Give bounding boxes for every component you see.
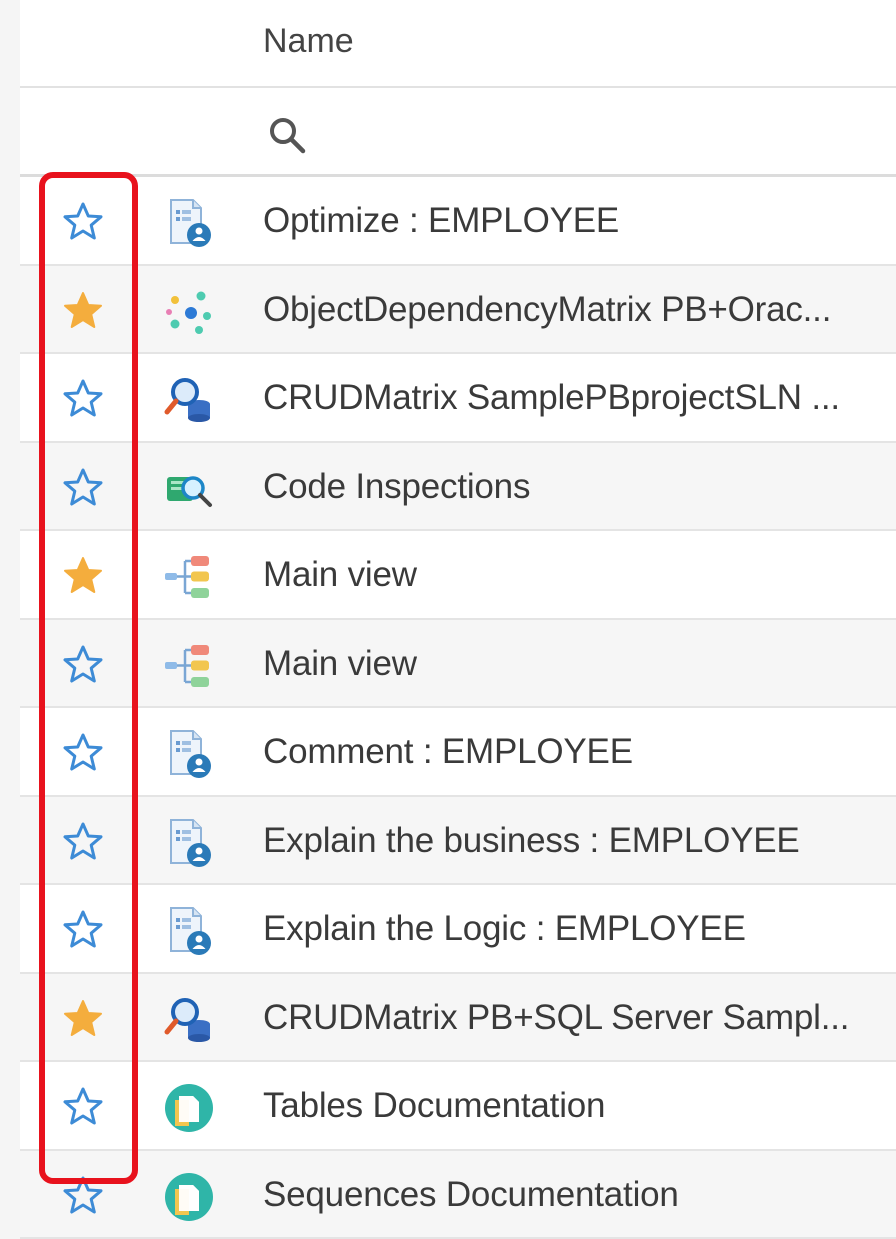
row-name[interactable]: Comment : EMPLOYEE <box>263 732 633 772</box>
document-user-icon <box>163 817 215 869</box>
filter-row <box>20 88 896 177</box>
favorite-star-outline-icon[interactable] <box>62 1175 104 1217</box>
favorites-table: Name Optimize : EMPLOYEE O <box>20 0 896 1230</box>
document-user-icon <box>163 728 215 780</box>
table-row[interactable]: Main view <box>20 531 896 620</box>
favorite-star-filled-icon[interactable] <box>62 555 104 597</box>
document-user-icon <box>163 905 215 957</box>
row-name[interactable]: Code Inspections <box>263 467 530 507</box>
table-row[interactable]: Comment : EMPLOYEE <box>20 708 896 797</box>
row-name[interactable]: Explain the Logic : EMPLOYEE <box>263 909 746 949</box>
row-name[interactable]: Main view <box>263 644 417 684</box>
dependency-matrix-icon <box>163 286 215 338</box>
favorite-star-outline-icon[interactable] <box>62 378 104 420</box>
favorite-star-outline-icon[interactable] <box>62 909 104 951</box>
row-name[interactable]: Sequences Documentation <box>263 1175 679 1215</box>
table-row[interactable]: Sequences Documentation <box>20 1151 896 1239</box>
favorite-star-outline-icon[interactable] <box>62 201 104 243</box>
favorite-star-outline-icon[interactable] <box>62 732 104 774</box>
favorite-star-outline-icon[interactable] <box>62 1086 104 1128</box>
crud-matrix-icon <box>163 994 215 1046</box>
table-row[interactable]: CRUDMatrix PB+SQL Server Sampl... <box>20 974 896 1063</box>
favorite-star-outline-icon[interactable] <box>62 467 104 509</box>
name-column-header[interactable]: Name <box>263 22 354 61</box>
row-name[interactable]: CRUDMatrix SamplePBprojectSLN ... <box>263 378 840 418</box>
row-name[interactable]: ObjectDependencyMatrix PB+Orac... <box>263 290 831 330</box>
table-row[interactable]: ObjectDependencyMatrix PB+Orac... <box>20 266 896 355</box>
tree-view-icon <box>163 551 215 603</box>
row-name[interactable]: Tables Documentation <box>263 1086 605 1126</box>
favorite-star-filled-icon[interactable] <box>62 290 104 332</box>
table-body: Optimize : EMPLOYEE ObjectDependencyMatr… <box>20 177 896 1239</box>
code-inspection-icon <box>163 463 215 515</box>
tree-view-icon <box>163 640 215 692</box>
row-name[interactable]: CRUDMatrix PB+SQL Server Sampl... <box>263 998 849 1038</box>
crud-matrix-icon <box>163 374 215 426</box>
documentation-icon <box>163 1171 215 1223</box>
table-row[interactable]: CRUDMatrix SamplePBprojectSLN ... <box>20 354 896 443</box>
row-name[interactable]: Explain the business : EMPLOYEE <box>263 821 800 861</box>
favorite-star-outline-icon[interactable] <box>62 821 104 863</box>
table-header: Name <box>20 0 896 88</box>
favorite-star-outline-icon[interactable] <box>62 644 104 686</box>
row-name[interactable]: Main view <box>263 555 417 595</box>
favorite-star-filled-icon[interactable] <box>62 998 104 1040</box>
document-user-icon <box>163 197 215 249</box>
table-row[interactable]: Code Inspections <box>20 443 896 532</box>
table-row[interactable]: Tables Documentation <box>20 1062 896 1151</box>
table-row[interactable]: Optimize : EMPLOYEE <box>20 177 896 266</box>
table-row[interactable]: Explain the business : EMPLOYEE <box>20 797 896 886</box>
table-row[interactable]: Explain the Logic : EMPLOYEE <box>20 885 896 974</box>
search-icon[interactable] <box>266 114 308 156</box>
table-row[interactable]: Main view <box>20 620 896 709</box>
documentation-icon <box>163 1082 215 1134</box>
row-name[interactable]: Optimize : EMPLOYEE <box>263 201 619 241</box>
